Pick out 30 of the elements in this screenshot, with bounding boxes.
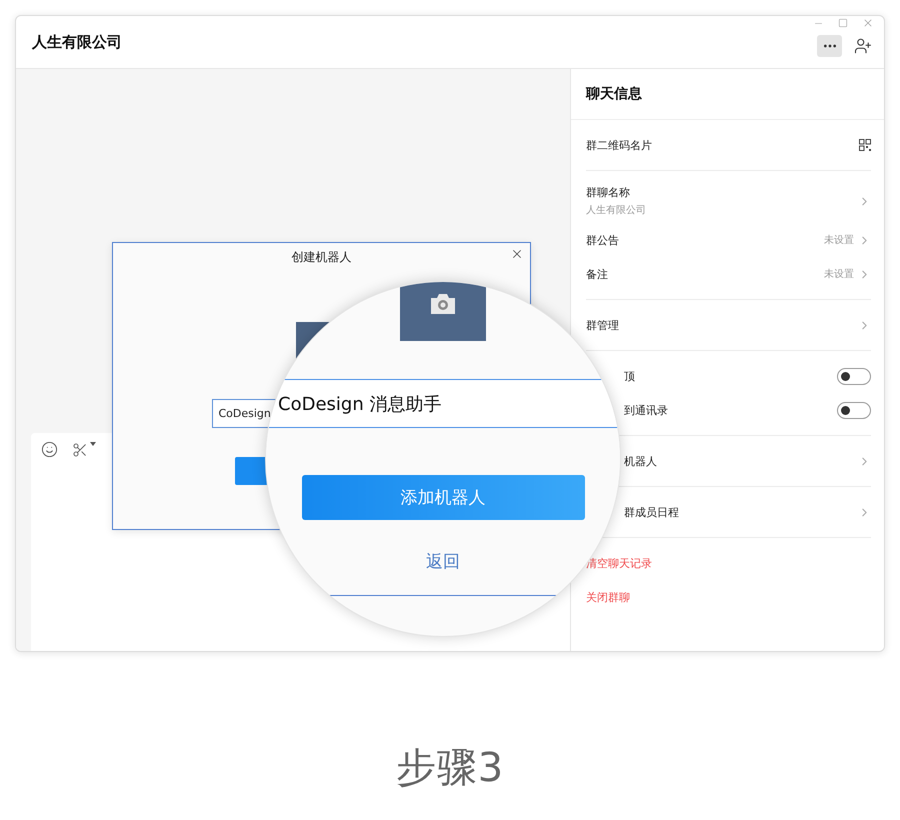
group-name-value: 人生有限公司: [586, 204, 646, 217]
window-title: 人生有限公司: [32, 32, 122, 52]
danger-action-label[interactable]: 关闭群聊: [586, 590, 630, 604]
add-robot-button[interactable]: 添加机器人: [302, 475, 584, 520]
emoji-icon[interactable]: [41, 441, 58, 458]
setting-label: 顶: [624, 368, 635, 384]
dialog-close-button[interactable]: [510, 247, 524, 261]
setting-value: 未设置: [824, 268, 854, 281]
dialog-title: 创建机器人: [292, 249, 352, 266]
setting-label: 到通讯录: [624, 402, 668, 418]
screenshot-button[interactable]: [72, 442, 96, 458]
add-member-button[interactable]: [854, 37, 872, 55]
setting-value: 未设置: [824, 234, 854, 247]
setting-label: 群管理: [586, 318, 619, 332]
setting-label: 群聊名称: [586, 185, 631, 200]
setting-label: 群二维码名片: [586, 138, 652, 152]
panel-title: 聊天信息: [571, 69, 884, 120]
setting-label: 备注: [586, 266, 608, 282]
scissors-icon[interactable]: [72, 442, 88, 458]
camera-icon[interactable]: [430, 293, 456, 315]
toggle-switch[interactable]: [837, 402, 871, 418]
caret-icon[interactable]: [90, 442, 96, 446]
toggle-switch[interactable]: [837, 368, 871, 384]
qr-code-icon[interactable]: [859, 139, 871, 151]
more-button[interactable]: [817, 35, 842, 57]
setting-label: 群成员日程: [624, 504, 679, 520]
setting-label: 机器人: [624, 454, 657, 468]
back-link[interactable]: 返回: [426, 550, 460, 574]
step-caption: 步骤3: [396, 744, 504, 793]
setting-label: 群公告: [586, 232, 619, 248]
